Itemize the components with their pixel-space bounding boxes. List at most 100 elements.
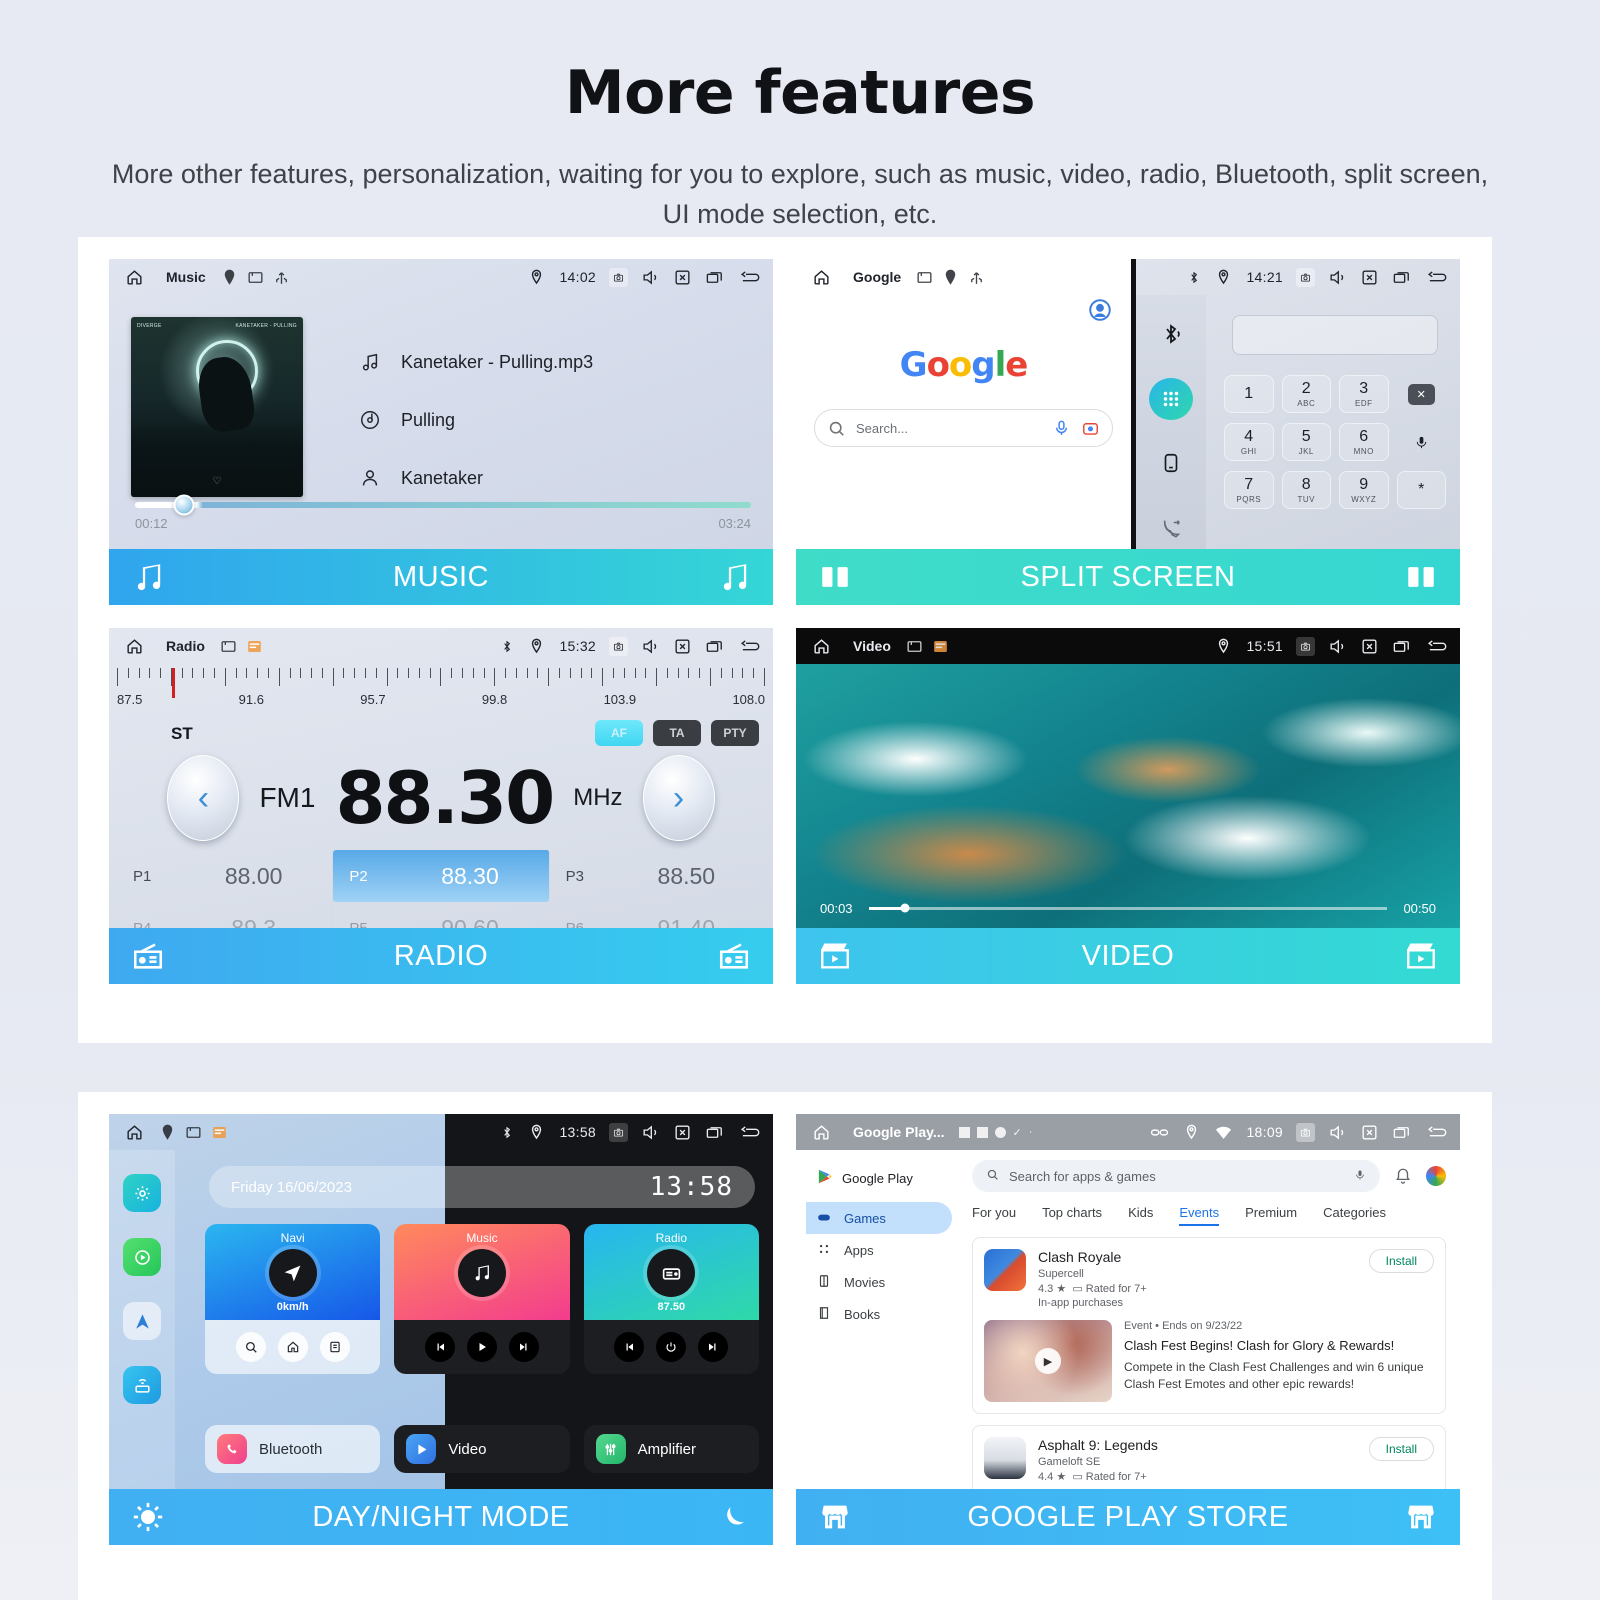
account-avatar[interactable] xyxy=(1426,1166,1446,1186)
power-icon[interactable] xyxy=(656,1332,687,1362)
recents-icon[interactable] xyxy=(1392,637,1411,656)
close-icon[interactable] xyxy=(1360,268,1379,287)
dial-key-star[interactable]: * xyxy=(1396,471,1446,509)
close-icon[interactable] xyxy=(1360,637,1379,656)
play-icon[interactable]: ▶ xyxy=(1035,1348,1061,1374)
tile-radio[interactable]: Radio 87.50 xyxy=(583,1224,759,1374)
mic-icon[interactable] xyxy=(1354,1169,1366,1184)
tune-prev-button[interactable]: ‹ xyxy=(167,755,240,841)
shortcut-video[interactable]: Video xyxy=(394,1425,570,1473)
mic-icon[interactable] xyxy=(1052,419,1071,438)
volume-icon[interactable] xyxy=(641,637,660,656)
volume-icon[interactable] xyxy=(1328,268,1347,287)
close-icon[interactable] xyxy=(673,268,692,287)
backspace-icon[interactable]: ✕ xyxy=(1397,375,1447,413)
sidebar-item-apps[interactable]: Apps xyxy=(806,1234,952,1266)
recents-icon[interactable] xyxy=(705,268,724,287)
home-icon[interactable] xyxy=(812,1123,831,1142)
volume-icon[interactable] xyxy=(1328,1123,1347,1142)
radio-preset-p5[interactable]: P5 90.60 xyxy=(333,902,550,928)
sidebar-item-games[interactable]: Games xyxy=(806,1202,952,1234)
camera-icon[interactable] xyxy=(609,267,628,287)
camera-icon[interactable] xyxy=(609,1122,628,1142)
search-icon[interactable] xyxy=(235,1332,266,1362)
radio-preset-p4[interactable]: P4 89.3 xyxy=(117,902,334,928)
home-icon[interactable] xyxy=(812,637,831,656)
home-icon[interactable] xyxy=(125,268,144,287)
next-icon[interactable] xyxy=(508,1332,539,1362)
recents-icon[interactable] xyxy=(705,637,724,656)
tab-for-you[interactable]: For you xyxy=(972,1205,1016,1226)
home-icon[interactable] xyxy=(125,637,144,656)
dial-key-5[interactable]: 5 JKL xyxy=(1281,423,1331,461)
navigation-icon[interactable] xyxy=(268,1249,317,1297)
radio-frequency-scale[interactable]: 87.5 91.6 95.7 99.8 103.9 108.0 xyxy=(109,668,773,720)
camera-icon[interactable] xyxy=(1296,1122,1315,1142)
radio-icon[interactable] xyxy=(647,1249,696,1297)
radio-preset-p2[interactable]: P2 88.30 xyxy=(333,850,550,902)
dial-key-3[interactable]: 3 EDF xyxy=(1339,375,1389,413)
recents-icon[interactable] xyxy=(1392,1123,1411,1142)
back-icon[interactable] xyxy=(737,1123,763,1142)
install-button-asphalt-9[interactable]: Install xyxy=(1368,1437,1434,1461)
play-search-input[interactable]: Search for apps & games xyxy=(972,1160,1380,1192)
back-icon[interactable] xyxy=(1424,1123,1450,1142)
video-progress-track[interactable] xyxy=(868,903,1388,913)
video-frame[interactable]: 00:03 00:50 xyxy=(796,664,1460,928)
call-log-icon[interactable] xyxy=(1149,507,1193,550)
tab-top-charts[interactable]: Top charts xyxy=(1042,1205,1102,1226)
close-icon[interactable] xyxy=(673,637,692,656)
google-lens-icon[interactable] xyxy=(1081,419,1100,438)
rds-af-button[interactable]: AF xyxy=(595,720,643,746)
tile-music[interactable]: Music xyxy=(394,1224,570,1374)
radio-preset-p3[interactable]: P3 88.50 xyxy=(550,850,765,902)
event-thumbnail[interactable]: ▶ xyxy=(984,1320,1112,1402)
sidebar-item-books[interactable]: Books xyxy=(806,1298,952,1330)
dialpad-icon[interactable] xyxy=(1149,377,1193,420)
rds-ta-button[interactable]: TA xyxy=(653,720,701,746)
home-icon[interactable] xyxy=(277,1332,308,1362)
list-icon[interactable] xyxy=(319,1332,350,1362)
volume-icon[interactable] xyxy=(641,1123,660,1142)
prev-icon[interactable] xyxy=(614,1332,645,1362)
bluetooth-icon[interactable] xyxy=(1149,313,1193,356)
radio-preset-p1[interactable]: P1 88.00 xyxy=(117,850,334,902)
mic-icon[interactable] xyxy=(1397,423,1447,461)
dial-key-7[interactable]: 7 PQRS xyxy=(1224,471,1274,509)
tile-navi[interactable]: Navi 0km/h xyxy=(205,1224,381,1374)
install-button-clash-royale[interactable]: Install xyxy=(1368,1249,1434,1273)
tab-kids[interactable]: Kids xyxy=(1128,1205,1153,1226)
tab-premium[interactable]: Premium xyxy=(1245,1205,1297,1226)
tab-events[interactable]: Events xyxy=(1179,1205,1220,1226)
home-icon[interactable] xyxy=(125,1123,144,1142)
shortcut-amplifier[interactable]: Amplifier xyxy=(583,1425,759,1473)
google-search-box[interactable]: Search... xyxy=(814,409,1113,447)
dial-key-4[interactable]: 4 GHI xyxy=(1224,423,1274,461)
dial-key-9[interactable]: 9 WXYZ xyxy=(1339,471,1389,509)
back-icon[interactable] xyxy=(1424,637,1450,656)
volume-icon[interactable] xyxy=(641,268,660,287)
radio-preset-p6[interactable]: P6 91.40 xyxy=(550,902,765,929)
close-icon[interactable] xyxy=(1360,1123,1379,1142)
dial-key-1[interactable]: 1 xyxy=(1224,375,1274,413)
home-icon[interactable] xyxy=(812,268,831,287)
camera-icon[interactable] xyxy=(1296,267,1315,287)
dial-key-2[interactable]: 2 ABC xyxy=(1281,375,1331,413)
play-circle-icon[interactable] xyxy=(123,1238,161,1276)
recents-icon[interactable] xyxy=(705,1123,724,1142)
dial-key-8[interactable]: 8 TUV xyxy=(1281,471,1331,509)
play-icon[interactable] xyxy=(466,1332,497,1362)
close-icon[interactable] xyxy=(673,1123,692,1142)
phone-device-icon[interactable] xyxy=(1149,442,1193,485)
back-icon[interactable] xyxy=(737,268,763,287)
google-account-icon[interactable] xyxy=(1087,297,1113,323)
volume-icon[interactable] xyxy=(1328,637,1347,656)
dial-key-6[interactable]: 6 MNO xyxy=(1339,423,1389,461)
music-progress-track[interactable] xyxy=(135,494,751,516)
wifi-router-icon[interactable] xyxy=(123,1366,161,1404)
music-note-icon[interactable] xyxy=(457,1249,506,1297)
video-progress-bar[interactable]: 00:03 00:50 xyxy=(796,898,1460,918)
notifications-bell-icon[interactable] xyxy=(1394,1167,1412,1185)
video-progress-knob[interactable] xyxy=(900,903,910,913)
recents-icon[interactable] xyxy=(1392,268,1411,287)
